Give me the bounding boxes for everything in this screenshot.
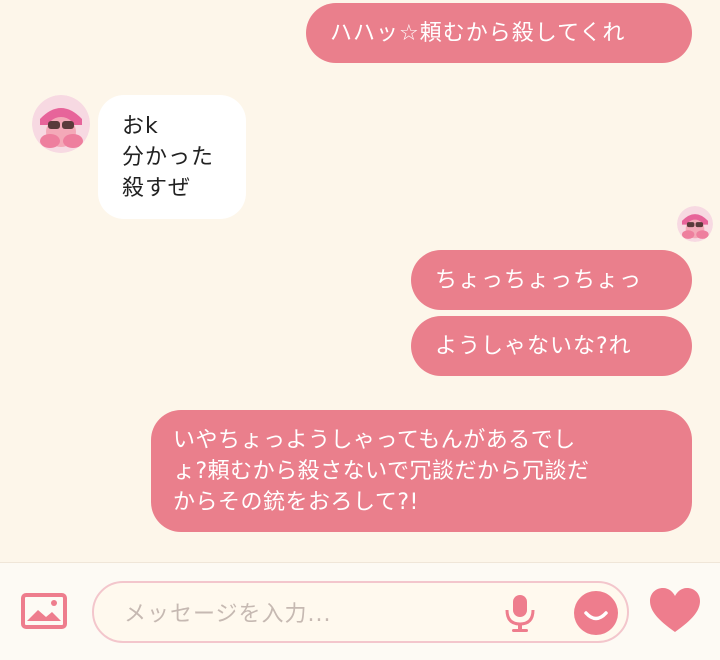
chat-area: ハハッ☆頼むから殺してくれ おk 分かった 殺すぜ ちょっちょっちょっ ようしゃ…	[0, 0, 720, 562]
message-text: ちょっちょっちょっ	[435, 268, 643, 293]
message-line: おk	[122, 114, 159, 139]
avatar-image	[677, 206, 713, 242]
message-line: ょ?頼むから殺さないで冗談だから冗談だ	[173, 459, 590, 484]
message-input-field[interactable]	[92, 581, 629, 643]
message-line: 殺すぜ	[122, 176, 192, 201]
smiley-icon[interactable]	[573, 590, 619, 636]
microphone-icon[interactable]	[502, 593, 538, 633]
message-text: ハハッ☆頼むから殺してくれ	[330, 21, 626, 46]
heart-icon[interactable]	[648, 587, 702, 635]
message-line: 分かった	[122, 145, 215, 170]
avatar-other[interactable]	[32, 95, 90, 153]
message-text: ようしゃないな?れ	[435, 334, 632, 359]
message-line: からその銃をおろして?!	[173, 490, 419, 515]
image-icon[interactable]	[20, 591, 68, 631]
message-input-bar	[0, 562, 720, 660]
message-bubble-outgoing[interactable]: ちょっちょっちょっ	[411, 250, 692, 310]
message-bubble-outgoing[interactable]: ハハッ☆頼むから殺してくれ	[306, 3, 692, 63]
message-input[interactable]	[122, 595, 506, 633]
message-line: いやちょっようしゃってもんがあるでし	[173, 428, 576, 453]
message-bubble-outgoing[interactable]: ようしゃないな?れ	[411, 316, 692, 376]
message-bubble-outgoing[interactable]: いやちょっようしゃってもんがあるでし ょ?頼むから殺さないで冗談だから冗談だ か…	[151, 410, 692, 532]
avatar-self[interactable]	[677, 206, 713, 242]
avatar-image	[32, 95, 90, 153]
message-bubble-incoming[interactable]: おk 分かった 殺すぜ	[98, 95, 246, 219]
